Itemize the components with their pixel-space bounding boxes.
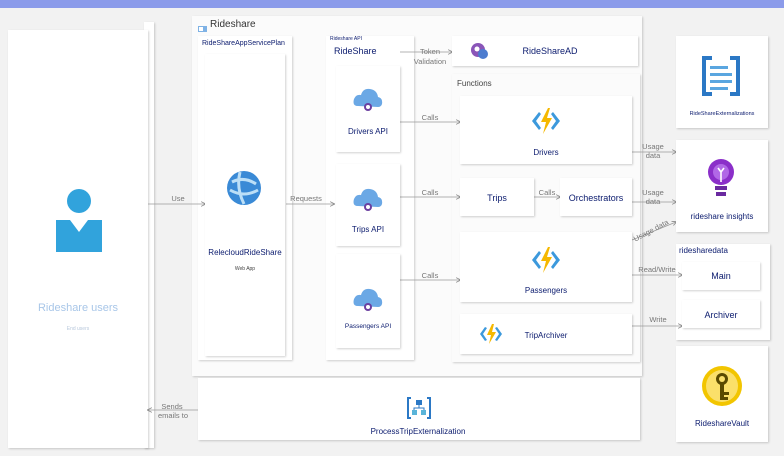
edge-use: Use: [171, 194, 185, 203]
api-cloud-icon: [352, 186, 384, 217]
drivers-api-label: Drivers API: [347, 127, 388, 136]
triparchiver-label: TripArchiver: [524, 331, 568, 340]
archiver-storage-label: Archiver: [704, 310, 738, 320]
data-title: ridesharedata: [679, 246, 728, 255]
web-app-icon: [226, 170, 262, 211]
edge-token: Token: [419, 47, 440, 56]
edge-read-write: Read/Write: [638, 265, 676, 274]
user-icon: [54, 188, 104, 257]
edge-sends: Sends: [161, 402, 183, 411]
orchestrators-label: Orchestrators: [568, 193, 624, 203]
edge-usage-2: Usage: [642, 188, 664, 197]
api-small-title: Rideshare API: [330, 36, 362, 42]
logic-app-icon: [406, 396, 432, 425]
users-name: Rideshare users: [37, 302, 119, 314]
function-bolt-icon: [530, 245, 562, 280]
main-storage-label: Main: [711, 271, 731, 281]
group-title: Rideshare: [210, 19, 256, 30]
webapp-type: Web App: [234, 266, 256, 272]
edge-calls-drivers: Calls: [421, 113, 439, 122]
process-name: ProcessTripExternalization: [370, 427, 466, 436]
users-subtitle: End users: [66, 326, 90, 332]
app-insights-icon: [706, 158, 736, 203]
insights-name: rideshare insights: [690, 212, 754, 221]
passengers-function-label: Passengers: [524, 286, 568, 295]
edge-write: Write: [649, 315, 667, 324]
edge-usage-1: Usage: [642, 142, 664, 151]
key-vault-icon: [700, 364, 744, 413]
edge-calls-passengers: Calls: [421, 271, 439, 280]
active-directory-icon: [470, 42, 488, 65]
vault-name: RideshareVault: [694, 419, 750, 428]
edge-usage-2-data: data: [645, 197, 661, 206]
rideshare-ad-name: RideShareAD: [522, 46, 578, 56]
externalizations-name: RideShareExternalizations: [689, 111, 755, 117]
event-hub-icon: [700, 54, 742, 103]
edge-requests: Requests: [290, 194, 322, 203]
edge-calls-trips: Calls: [421, 188, 439, 197]
edge-usage-1-data: data: [645, 151, 661, 160]
plan-title: RideShareAppServicePlan: [202, 40, 285, 47]
api-title: RideShare: [334, 46, 377, 56]
api-cloud-icon: [352, 286, 384, 317]
rideshare-group-icon: [198, 20, 207, 38]
trips-api-label: Trips API: [351, 225, 385, 234]
drivers-function-label: Drivers: [533, 148, 559, 157]
functions-title: Functions: [457, 79, 492, 88]
webapp-name: RelecloudRideShare: [208, 248, 282, 257]
passengers-api-label: Passengers API: [344, 323, 392, 330]
edge-emails-to: emails to: [157, 411, 188, 420]
function-bolt-icon: [530, 106, 562, 141]
api-cloud-icon: [352, 86, 384, 117]
edge-calls-orchestrators: Calls: [538, 188, 556, 197]
edge-validation: Validation: [413, 57, 447, 66]
trips-function-label: Trips: [487, 193, 507, 203]
